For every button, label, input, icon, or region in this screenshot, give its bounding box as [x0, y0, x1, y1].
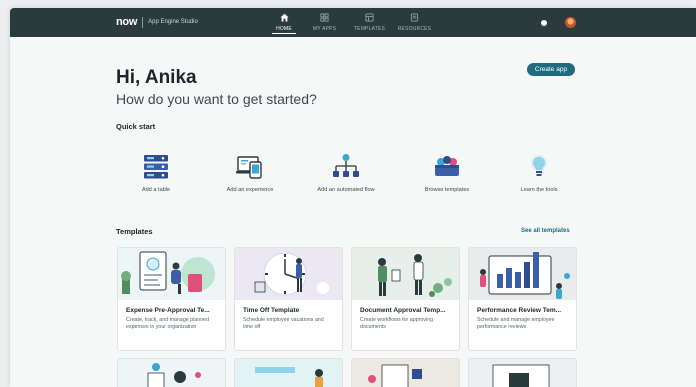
top-navigation-bar: now App Engine Studio HOME MY APPS TEMPL…: [10, 8, 696, 37]
greeting-heading: Hi, Anika: [116, 67, 197, 88]
template-card-expense[interactable]: Expense Pre-Approval Te... Create, track…: [117, 247, 226, 351]
expense-illustration: [118, 248, 225, 300]
template-card-partial[interactable]: [117, 358, 226, 387]
template-card-title: Time Off Template: [243, 307, 300, 314]
flow-icon: [306, 153, 386, 180]
nav-right-tools: [541, 17, 576, 28]
template-card-description: Schedule employee vacations and time off: [243, 317, 324, 330]
performance-review-illustration: [469, 248, 576, 300]
greeting-subtitle: How do you want to get started?: [116, 91, 317, 107]
template-card-description: Schedule and manage employee performance…: [477, 317, 555, 330]
device-icon: [210, 153, 290, 180]
create-app-button[interactable]: Create app: [527, 63, 575, 76]
templates-heading: Templates: [116, 227, 153, 236]
table-icon: [116, 153, 196, 180]
templates-icon: [351, 12, 388, 23]
resources-icon: [396, 12, 433, 23]
quick-add-table-label: Add a table: [141, 187, 171, 193]
template-card-document-approval[interactable]: Document Approval Temp... Create workflo…: [351, 247, 460, 351]
tab-my-apps-label: MY APPS: [312, 26, 337, 32]
tab-templates-label: TEMPLATES: [353, 26, 386, 32]
quick-add-experience[interactable]: Add an experience: [210, 153, 290, 193]
time-off-illustration: [235, 248, 342, 300]
grid-icon: [306, 12, 343, 23]
template-card-partial[interactable]: [351, 358, 460, 387]
quick-add-experience-label: Add an experience: [226, 187, 274, 193]
brand[interactable]: now App Engine Studio: [116, 16, 198, 28]
tab-home-label: HOME: [272, 26, 296, 34]
template-card-time-off[interactable]: Time Off Template Schedule employee vaca…: [234, 247, 343, 351]
template-card-title: Document Approval Temp...: [360, 307, 446, 314]
servicenow-logo: now: [116, 16, 138, 28]
template-card-partial[interactable]: [468, 358, 577, 387]
template-card-partial[interactable]: [234, 358, 343, 387]
templates-bundle-icon: [407, 153, 487, 180]
lightbulb-icon: [499, 153, 579, 180]
quick-add-table[interactable]: Add a table: [116, 153, 196, 193]
tab-resources-label: RESOURCES: [397, 26, 432, 32]
quick-learn-tools-label: Learn the tools: [520, 187, 558, 193]
brand-divider: [142, 16, 144, 28]
document-approval-illustration: [352, 248, 459, 300]
template-card-performance-review[interactable]: Performance Review Tem... Schedule and m…: [468, 247, 577, 351]
help-icon[interactable]: [541, 19, 547, 26]
quick-learn-tools[interactable]: Learn the tools: [499, 153, 579, 193]
user-avatar[interactable]: [565, 17, 576, 28]
quick-browse-templates-label: Browse templates: [424, 187, 470, 193]
quick-add-flow[interactable]: Add an automated flow: [306, 153, 386, 193]
template-card-description: Create, track, and manage planned expens…: [126, 317, 210, 330]
see-all-templates-link[interactable]: See all templates: [521, 228, 570, 234]
tab-home[interactable]: HOME: [272, 12, 296, 34]
nav-tabs: HOME MY APPS TEMPLATES RESOURCES: [272, 12, 441, 34]
tab-templates[interactable]: TEMPLATES: [351, 12, 388, 34]
quick-start-heading: Quick start: [116, 122, 156, 131]
quick-add-flow-label: Add an automated flow: [317, 187, 375, 193]
template-card-title: Expense Pre-Approval Te...: [126, 307, 210, 314]
tab-resources[interactable]: RESOURCES: [396, 12, 433, 34]
template-card-description: Create workflows for approving documents: [360, 317, 434, 330]
app-name: App Engine Studio: [148, 19, 198, 25]
quick-start-list: Add a table Add an experience Add an aut…: [116, 153, 576, 203]
tab-my-apps[interactable]: MY APPS: [306, 12, 343, 34]
template-card-title: Performance Review Tem...: [477, 307, 562, 314]
home-icon: [272, 12, 296, 23]
app-window: now App Engine Studio HOME MY APPS TEMPL…: [10, 8, 696, 387]
quick-browse-templates[interactable]: Browse templates: [407, 153, 487, 193]
